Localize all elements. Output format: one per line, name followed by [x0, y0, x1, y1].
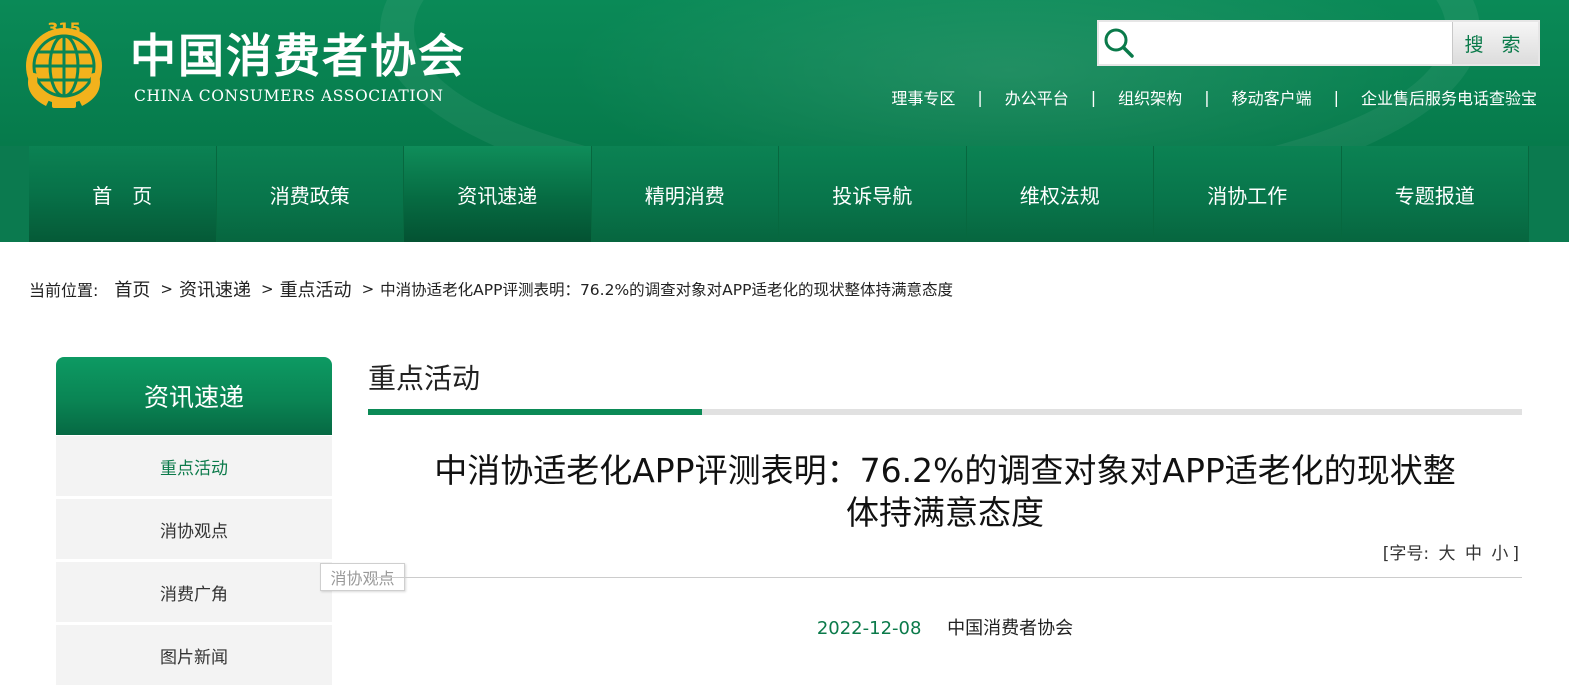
breadcrumb: 当前位置: 首页 > 资讯速递 > 重点活动 > 中消协适老化APP评测表明：7… — [29, 276, 953, 302]
search-icon — [1104, 28, 1134, 58]
link-council-zone[interactable]: 理事专区 — [891, 85, 955, 109]
font-size-prefix: [字号: — [1382, 544, 1430, 564]
article-divider — [368, 577, 1522, 578]
article-meta: 2022-12-08 中国消费者协会 — [368, 614, 1522, 640]
article-title-line1: 中消协适老化APP评测表明：76.2%的调查对象对APP适老化的现状整 — [434, 451, 1456, 490]
breadcrumb-arrow: > — [160, 280, 173, 298]
nav-item-home[interactable]: 首 页 — [29, 146, 217, 242]
link-separator: | — [1333, 87, 1339, 107]
link-mobile-client[interactable]: 移动客户端 — [1232, 85, 1312, 109]
emblem-text: 315 — [47, 19, 80, 38]
nav-item-smart-consumption[interactable]: 精明消费 — [591, 146, 779, 242]
sidebar-item-photo-news[interactable]: 图片新闻 — [56, 625, 332, 685]
font-size-small-button[interactable]: 小 — [1491, 544, 1508, 564]
sidebar-title: 资讯速递 — [56, 357, 332, 435]
breadcrumb-label: 当前位置: — [29, 281, 99, 300]
nav-item-special-reports[interactable]: 专题报道 — [1341, 146, 1529, 242]
link-service-phone-check[interactable]: 企业售后服务电话查验宝 — [1361, 85, 1537, 109]
breadcrumb-news[interactable]: 资讯速递 — [179, 276, 251, 302]
nav-item-complaint-guide[interactable]: 投诉导航 — [779, 146, 967, 242]
nav-item-rights-law[interactable]: 维权法规 — [966, 146, 1154, 242]
nav-item-association-work[interactable]: 消协工作 — [1154, 146, 1342, 242]
nav-item-policy[interactable]: 消费政策 — [216, 146, 404, 242]
font-size-large-button[interactable]: 大 — [1439, 544, 1456, 564]
section-title-underline — [368, 409, 1522, 415]
site-header: 315 中国消费者协会 CHINA CONSUMERS ASSOCIATION … — [0, 0, 1569, 146]
article-date: 2022-12-08 — [816, 618, 922, 639]
font-size-medium-button[interactable]: 中 — [1465, 544, 1482, 564]
sidebar-item-key-activities[interactable]: 重点活动 — [56, 436, 332, 496]
breadcrumb-current: 中消协适老化APP评测表明：76.2%的调查对象对APP适老化的现状整体持满意态… — [380, 281, 953, 299]
font-size-suffix: ] — [1512, 544, 1519, 564]
breadcrumb-arrow: > — [260, 280, 274, 298]
link-separator: | — [1204, 87, 1210, 107]
logo-subtitle[interactable]: CHINA CONSUMERS ASSOCIATION — [134, 87, 444, 105]
section-title: 重点活动 — [368, 362, 481, 395]
link-separator: | — [977, 87, 983, 107]
article-title-line2: 体持满意态度 — [846, 493, 1044, 532]
link-office-platform[interactable]: 办公平台 — [1005, 85, 1069, 109]
link-separator: | — [1090, 87, 1097, 107]
link-organization[interactable]: 组织架构 — [1118, 85, 1182, 109]
article-source: 中国消费者协会 — [947, 618, 1074, 639]
logo-title[interactable]: 中国消费者协会 — [130, 20, 466, 86]
top-links: 理事专区 | 办公平台 | 组织架构 | 移动客户端 | 企业售后服务电话查验宝 — [891, 85, 1537, 109]
article-title: 中消协适老化APP评测表明：76.2%的调查对象对APP适老化的现状整 体持满意… — [368, 450, 1522, 534]
breadcrumb-home[interactable]: 首页 — [114, 276, 150, 302]
breadcrumb-arrow: > — [361, 280, 375, 298]
sidebar-item-association-views[interactable]: 消协观点 — [56, 499, 332, 559]
font-size-control: [字号: 大 中 小] — [1381, 539, 1521, 564]
search-button[interactable]: 搜 索 — [1452, 22, 1538, 64]
breadcrumb-key-activities[interactable]: 重点活动 — [280, 276, 352, 302]
cca-emblem-icon[interactable]: 315 — [16, 12, 112, 112]
sidebar-item-consumer-perspective[interactable]: 消费广角 — [56, 562, 332, 622]
section-title-underline-accent — [368, 409, 702, 415]
nav-item-news[interactable]: 资讯速递 — [404, 146, 592, 242]
search-input[interactable] — [1140, 24, 1446, 62]
main-nav: 首 页 消费政策 资讯速递 精明消费 投诉导航 维权法规 消协工作 专题报道 — [0, 146, 1569, 242]
